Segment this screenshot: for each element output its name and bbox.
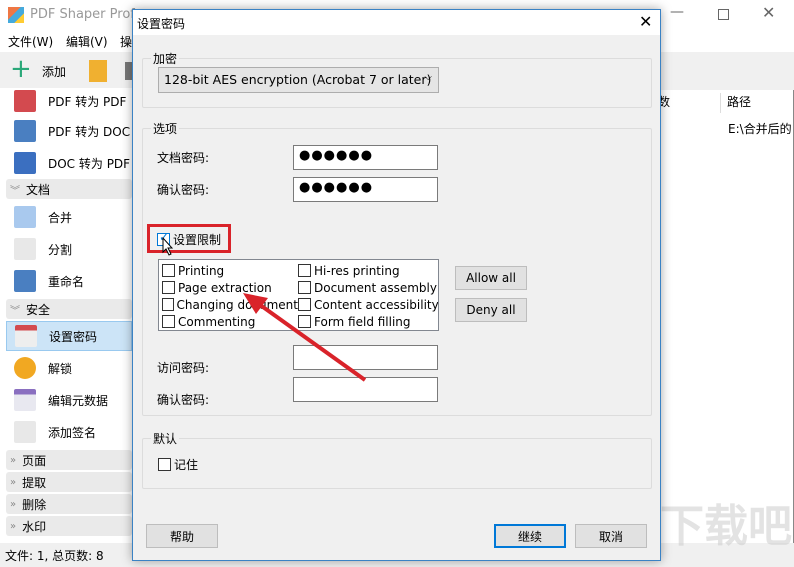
annotation-arrow [162,236,367,382]
mouse-cursor-icon [162,236,174,256]
arrow-shaft [254,300,367,382]
arrow-head [243,293,268,314]
